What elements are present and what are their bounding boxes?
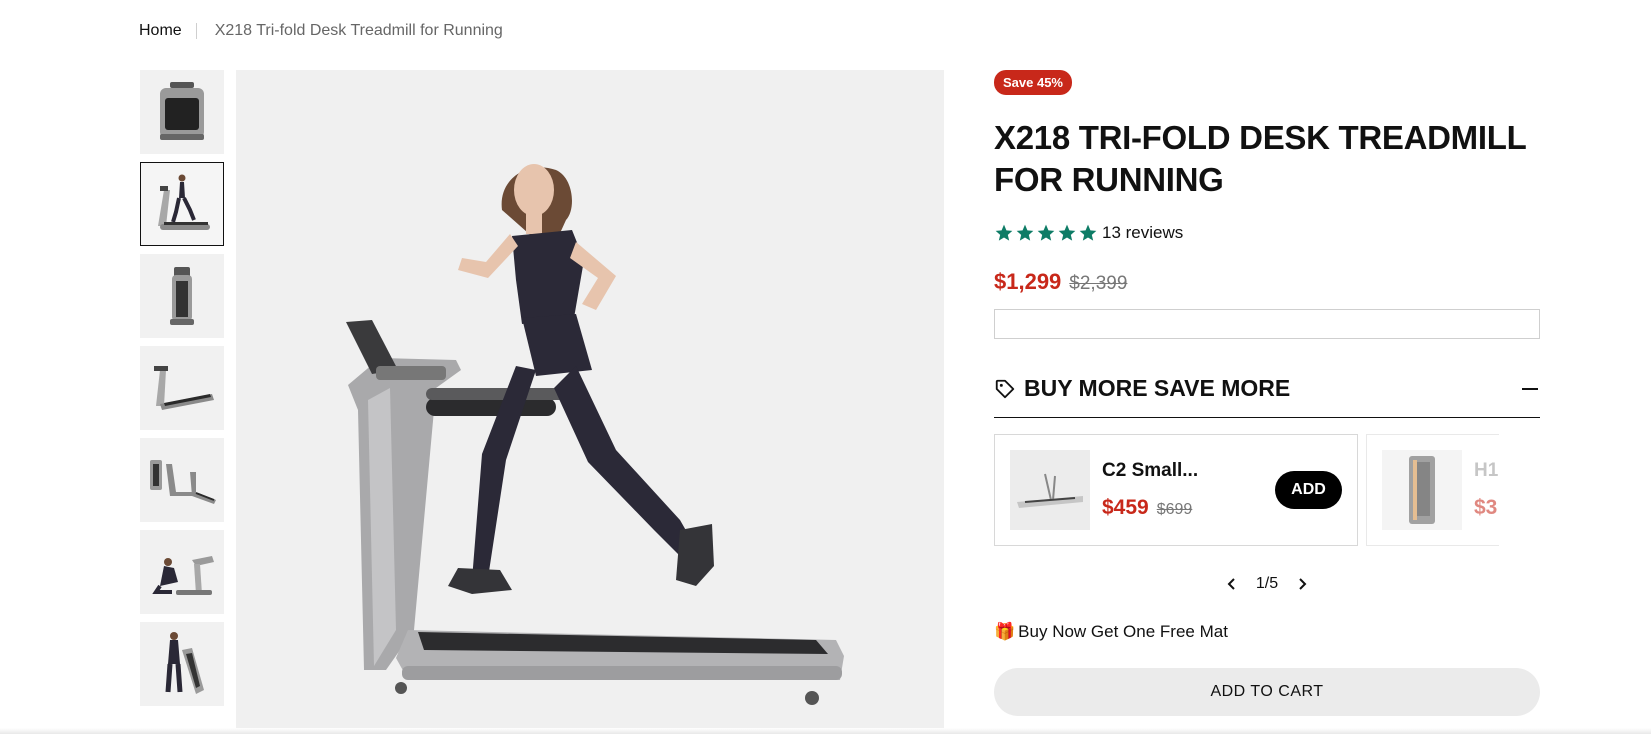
bundle-price-row: $459 $699	[1102, 496, 1275, 520]
bundle-sale-price: $3	[1474, 496, 1498, 519]
thumbnail-folded-front[interactable]	[140, 70, 224, 154]
main-product-image[interactable]	[236, 70, 944, 734]
bundle-product-name[interactable]: H1	[1474, 460, 1499, 482]
woman-kneeling-thumbnail-image	[152, 556, 214, 595]
bundle-product-image	[1010, 450, 1090, 530]
treadmill-folding-stages-image	[150, 460, 216, 504]
sale-price: $1,299	[994, 269, 1062, 294]
add-bundle-button[interactable]: ADD	[1275, 471, 1342, 509]
star-icon	[1079, 224, 1097, 241]
compare-price: $2,399	[1069, 273, 1128, 294]
bundle-card: C2 Small... $459 $699 ADD	[994, 434, 1358, 546]
treadmill-side-image	[154, 366, 214, 410]
bundle-product-info: C2 Small... $459 $699	[1102, 460, 1275, 520]
bottom-edge-shadow	[0, 728, 1651, 734]
add-to-cart-button[interactable]: ADD TO CART	[994, 668, 1540, 716]
c2-treadmill-image	[1017, 473, 1083, 508]
product-info-panel: Save 45% X218 TRI-FOLD DESK TREADMILL FO…	[994, 70, 1540, 716]
thumbnail-folding-stages[interactable]	[140, 438, 224, 522]
tag-icon	[995, 379, 1015, 398]
star-rating	[994, 223, 1098, 243]
gift-icon: 🎁	[994, 622, 1016, 641]
free-mat-promo: 🎁 Buy Now Get One Free Mat	[994, 622, 1540, 642]
promo-text: Buy Now Get One Free Mat	[1018, 622, 1228, 641]
bundle-price-row: $3	[1474, 496, 1499, 520]
buy-more-save-more-label: BUY MORE SAVE MORE	[1024, 375, 1291, 401]
bundle-product-info: H1 $3	[1474, 460, 1499, 520]
price-row: $1,299 $2,399	[994, 269, 1540, 295]
breadcrumb-current: X218 Tri-fold Desk Treadmill for Running	[214, 22, 503, 39]
thumbnail-woman-moving[interactable]	[140, 622, 224, 706]
breadcrumb: Home X218 Tri-fold Desk Treadmill for Ru…	[139, 22, 503, 40]
breadcrumb-separator	[195, 23, 197, 39]
bundle-card-next: H1 $3	[1366, 434, 1499, 546]
bundle-pager: 1/5	[994, 574, 1540, 594]
buy-more-save-more-title: BUY MORE SAVE MORE	[994, 375, 1290, 402]
treadmill-upright-image	[170, 267, 194, 325]
bundle-product-name[interactable]: C2 Small...	[1102, 460, 1275, 482]
chevron-right-icon[interactable]	[1292, 574, 1312, 594]
chevron-left-icon[interactable]	[1222, 574, 1242, 594]
breadcrumb-home-link[interactable]: Home	[139, 22, 182, 40]
treadmill-folded-front-image	[160, 82, 204, 140]
thumbnail-running-woman[interactable]	[140, 162, 224, 246]
woman-moving-treadmill-image	[165, 632, 204, 694]
star-icon	[995, 224, 1013, 241]
pager-indicator: 1/5	[1255, 575, 1279, 592]
bundle-carousel: C2 Small... $459 $699 ADD H1 $3	[994, 434, 1499, 546]
bundle-product-image	[1382, 450, 1462, 530]
star-icon	[1016, 224, 1034, 241]
bundle-sale-price: $459	[1102, 496, 1149, 519]
buy-more-save-more-header[interactable]: BUY MORE SAVE MORE	[994, 375, 1540, 418]
rating-row[interactable]: 13 reviews	[994, 223, 1540, 243]
thumbnail-folded-upright[interactable]	[140, 254, 224, 338]
save-badge: Save 45%	[994, 70, 1072, 95]
review-count[interactable]: 13 reviews	[1102, 223, 1183, 243]
woman-running-on-treadmill-image	[346, 164, 844, 705]
star-icon	[1058, 224, 1076, 241]
empty-option-box	[994, 309, 1540, 339]
collapse-minus-icon[interactable]	[1520, 379, 1540, 399]
star-icon	[1037, 224, 1055, 241]
woman-running-thumbnail-image	[158, 174, 210, 230]
thumbnail-side-view[interactable]	[140, 346, 224, 430]
product-title: X218 TRI-FOLD DESK TREADMILL FOR RUNNING	[994, 119, 1526, 198]
bundle-compare-price: $699	[1156, 501, 1193, 518]
h1-treadmill-image	[1409, 456, 1435, 524]
thumbnail-kneeling-woman[interactable]	[140, 530, 224, 614]
thumbnail-list	[140, 70, 224, 714]
